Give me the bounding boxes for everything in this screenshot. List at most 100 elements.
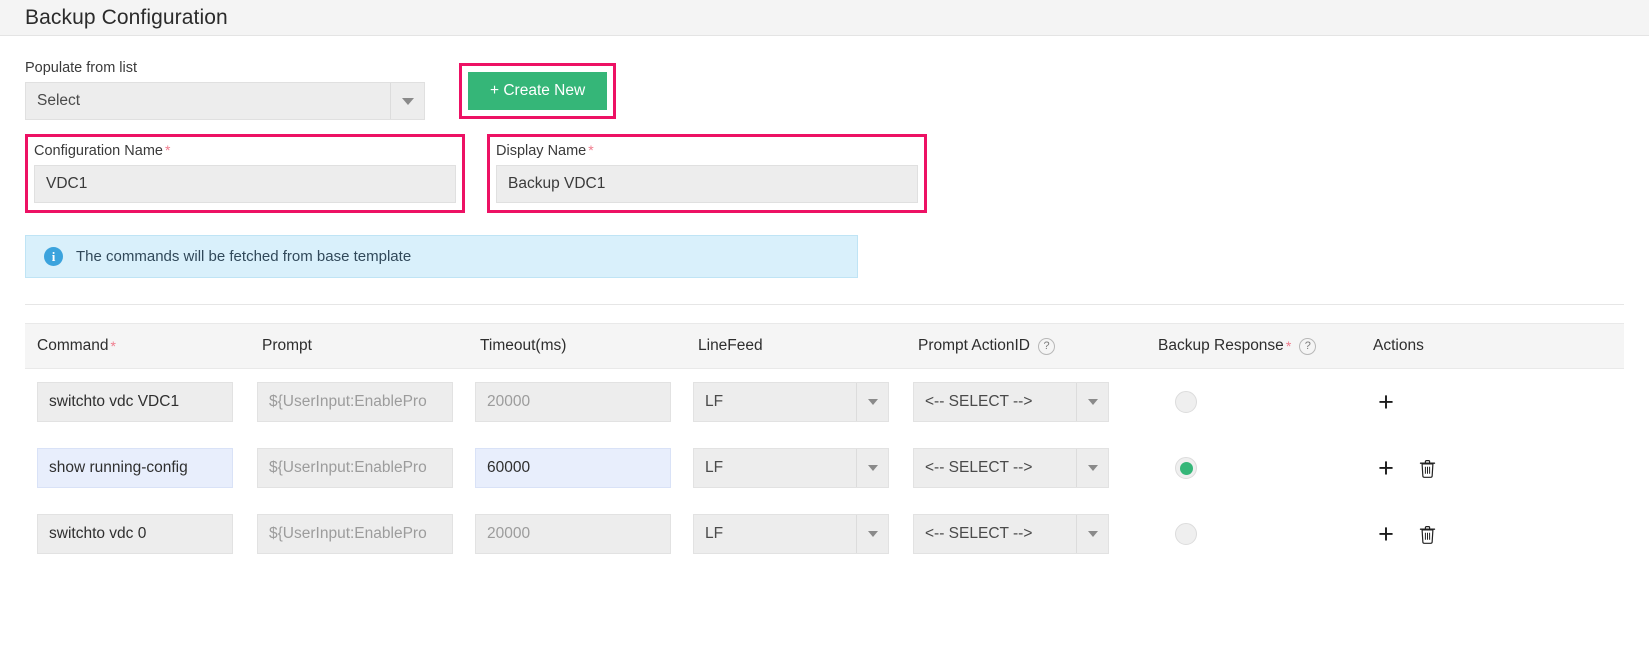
column-header-prompt-action-id-text: Prompt ActionID (918, 337, 1030, 355)
required-asterisk: * (111, 338, 116, 354)
table-row: switchto vdc VDC1 ${UserInput:EnablePro … (25, 369, 1624, 435)
column-header-backup-response: Backup Response* ? (1153, 337, 1368, 355)
plus-icon[interactable]: + (1375, 389, 1397, 415)
linefeed-select[interactable]: LF (693, 382, 889, 422)
chevron-down-icon (856, 515, 888, 553)
cell-actions: + (1368, 455, 1568, 481)
linefeed-value: LF (694, 515, 856, 553)
configuration-name-input[interactable]: VDC1 (34, 165, 456, 203)
chevron-down-icon (1076, 449, 1108, 487)
plus-icon[interactable]: + (1375, 521, 1397, 547)
cell-timeout: 20000 (475, 382, 693, 422)
configuration-name-label: Configuration Name* (34, 142, 456, 159)
prompt-action-id-value: <-- SELECT --> (914, 383, 1076, 421)
trash-icon[interactable] (1419, 525, 1436, 544)
required-asterisk: * (588, 142, 593, 158)
info-icon: i (44, 247, 63, 266)
cell-prompt: ${UserInput:EnablePro (257, 514, 475, 554)
help-icon[interactable]: ? (1038, 338, 1055, 355)
prompt-action-id-select[interactable]: <-- SELECT --> (913, 382, 1109, 422)
cell-linefeed: LF (693, 514, 913, 554)
configuration-name-highlight: Configuration Name* VDC1 (25, 134, 465, 213)
column-header-command-text: Command (37, 337, 109, 355)
backup-response-radio[interactable] (1175, 391, 1197, 413)
prompt-input[interactable]: ${UserInput:EnablePro (257, 448, 453, 488)
table-row: show running-config ${UserInput:EnablePr… (25, 435, 1624, 501)
prompt-input[interactable]: ${UserInput:EnablePro (257, 514, 453, 554)
column-header-backup-response-text: Backup Response (1158, 337, 1284, 355)
prompt-action-id-select[interactable]: <-- SELECT --> (913, 514, 1109, 554)
create-new-highlight: + Create New (459, 63, 616, 119)
cell-backup-response (1153, 457, 1368, 479)
prompt-action-id-value: <-- SELECT --> (914, 515, 1076, 553)
column-header-timeout: Timeout(ms) (475, 337, 693, 355)
name-fields-row: Configuration Name* VDC1 Display Name* B… (25, 134, 1624, 213)
display-name-label-text: Display Name (496, 143, 586, 159)
cell-actions: + (1368, 521, 1568, 547)
column-header-command: Command* (25, 337, 257, 355)
cell-timeout: 20000 (475, 514, 693, 554)
prompt-action-id-value: <-- SELECT --> (914, 449, 1076, 487)
info-banner: i The commands will be fetched from base… (25, 235, 858, 278)
cell-command: switchto vdc 0 (25, 514, 257, 554)
populate-from-list-group: Populate from list Select (25, 60, 425, 120)
prompt-action-id-select[interactable]: <-- SELECT --> (913, 448, 1109, 488)
trash-icon[interactable] (1419, 459, 1436, 478)
linefeed-select[interactable]: LF (693, 448, 889, 488)
page-title: Backup Configuration (25, 6, 228, 30)
display-name-highlight: Display Name* Backup VDC1 (487, 134, 927, 213)
chevron-down-icon (1076, 383, 1108, 421)
populate-from-list-value: Select (26, 83, 390, 119)
column-header-actions: Actions (1368, 337, 1568, 355)
cell-actions: + (1368, 389, 1568, 415)
info-banner-text: The commands will be fetched from base t… (76, 248, 411, 265)
cell-linefeed: LF (693, 448, 913, 488)
cell-prompt-action-id: <-- SELECT --> (913, 382, 1153, 422)
plus-icon[interactable]: + (1375, 455, 1397, 481)
help-icon[interactable]: ? (1299, 338, 1316, 355)
required-asterisk: * (165, 142, 170, 158)
cell-command: show running-config (25, 448, 257, 488)
chevron-down-icon (856, 383, 888, 421)
form-area: Populate from list Select + Create New C… (0, 36, 1649, 278)
linefeed-select[interactable]: LF (693, 514, 889, 554)
cell-prompt-action-id: <-- SELECT --> (913, 514, 1153, 554)
populate-from-list-label: Populate from list (25, 60, 425, 76)
cell-backup-response (1153, 523, 1368, 545)
cell-timeout: 60000 (475, 448, 693, 488)
display-name-input[interactable]: Backup VDC1 (496, 165, 918, 203)
cell-linefeed: LF (693, 382, 913, 422)
configuration-name-label-text: Configuration Name (34, 143, 163, 159)
populate-and-create-row: Populate from list Select + Create New (25, 36, 1624, 120)
cell-command: switchto vdc VDC1 (25, 382, 257, 422)
populate-from-list-select[interactable]: Select (25, 82, 425, 120)
command-input[interactable]: switchto vdc VDC1 (37, 382, 233, 422)
chevron-down-icon (1076, 515, 1108, 553)
cell-backup-response (1153, 391, 1368, 413)
timeout-input[interactable]: 20000 (475, 514, 671, 554)
create-new-button[interactable]: + Create New (468, 72, 607, 110)
backup-response-radio[interactable] (1175, 457, 1197, 479)
linefeed-value: LF (694, 383, 856, 421)
chevron-down-icon (390, 83, 424, 119)
linefeed-value: LF (694, 449, 856, 487)
display-name-label: Display Name* (496, 142, 918, 159)
timeout-input[interactable]: 20000 (475, 382, 671, 422)
column-header-prompt-action-id: Prompt ActionID ? (913, 337, 1153, 355)
cell-prompt-action-id: <-- SELECT --> (913, 448, 1153, 488)
command-input[interactable]: show running-config (37, 448, 233, 488)
column-header-prompt: Prompt (257, 337, 475, 355)
prompt-input[interactable]: ${UserInput:EnablePro (257, 382, 453, 422)
section-divider (25, 304, 1624, 305)
column-header-linefeed: LineFeed (693, 337, 913, 355)
table-row: switchto vdc 0 ${UserInput:EnablePro 200… (25, 501, 1624, 567)
cell-prompt: ${UserInput:EnablePro (257, 448, 475, 488)
cell-prompt: ${UserInput:EnablePro (257, 382, 475, 422)
required-asterisk: * (1286, 338, 1291, 354)
timeout-input[interactable]: 60000 (475, 448, 671, 488)
chevron-down-icon (856, 449, 888, 487)
backup-response-radio[interactable] (1175, 523, 1197, 545)
table-header-row: Command* Prompt Timeout(ms) LineFeed Pro… (25, 323, 1624, 369)
commands-table: Command* Prompt Timeout(ms) LineFeed Pro… (25, 323, 1624, 567)
command-input[interactable]: switchto vdc 0 (37, 514, 233, 554)
